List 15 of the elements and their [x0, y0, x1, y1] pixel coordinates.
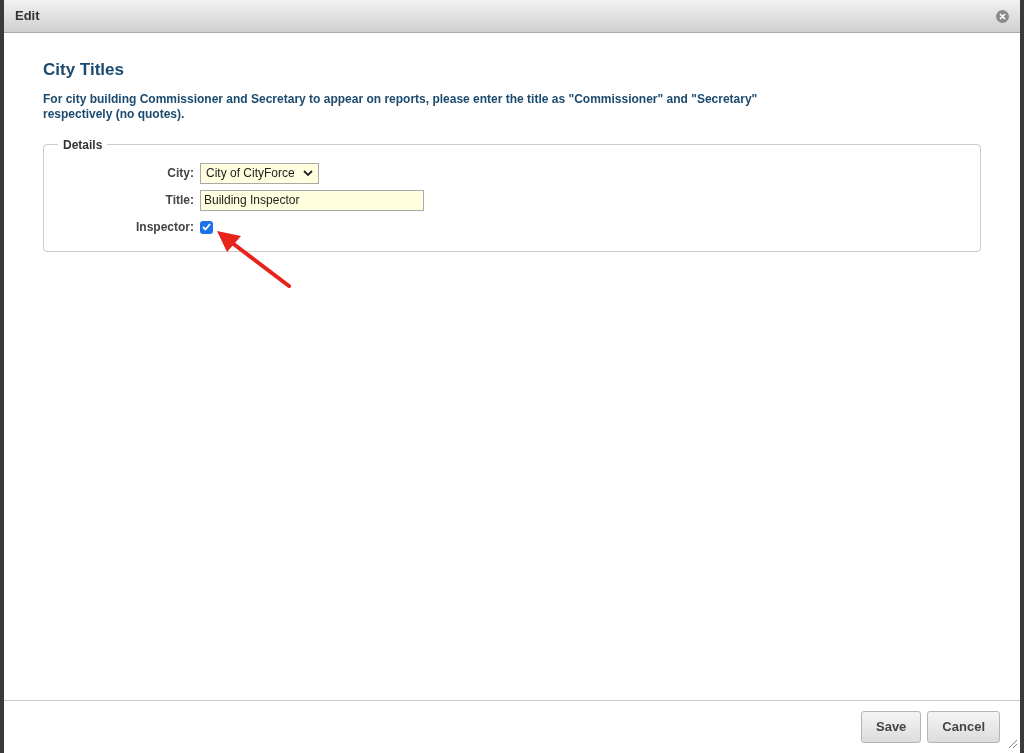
dialog-button[interactable]: Cancel — [927, 711, 1000, 743]
inspector-checkbox[interactable] — [200, 220, 213, 234]
panel-legend: Details — [58, 135, 108, 154]
resize-grip-icon[interactable] — [1008, 739, 1018, 749]
field-label: Inspector: — [135, 219, 194, 236]
field-label: Title: — [164, 192, 194, 209]
dialog-button[interactable]: Save — [861, 711, 922, 743]
chevron-down-icon — [302, 169, 313, 177]
title-input[interactable]: Building Inspector — [200, 189, 424, 211]
window-title: Edit — [15, 7, 40, 26]
instructions-text: For city building Commissioner and Secretary to appear on reports, please enter the title as "Commissioner" and "Secretary" respectively (no quotes). — [43, 91, 759, 122]
field-label: City: — [166, 165, 194, 182]
city-select[interactable]: City of CityForce — [200, 162, 319, 184]
section-heading: City Titles — [43, 59, 125, 81]
close-icon[interactable] — [996, 9, 1009, 23]
